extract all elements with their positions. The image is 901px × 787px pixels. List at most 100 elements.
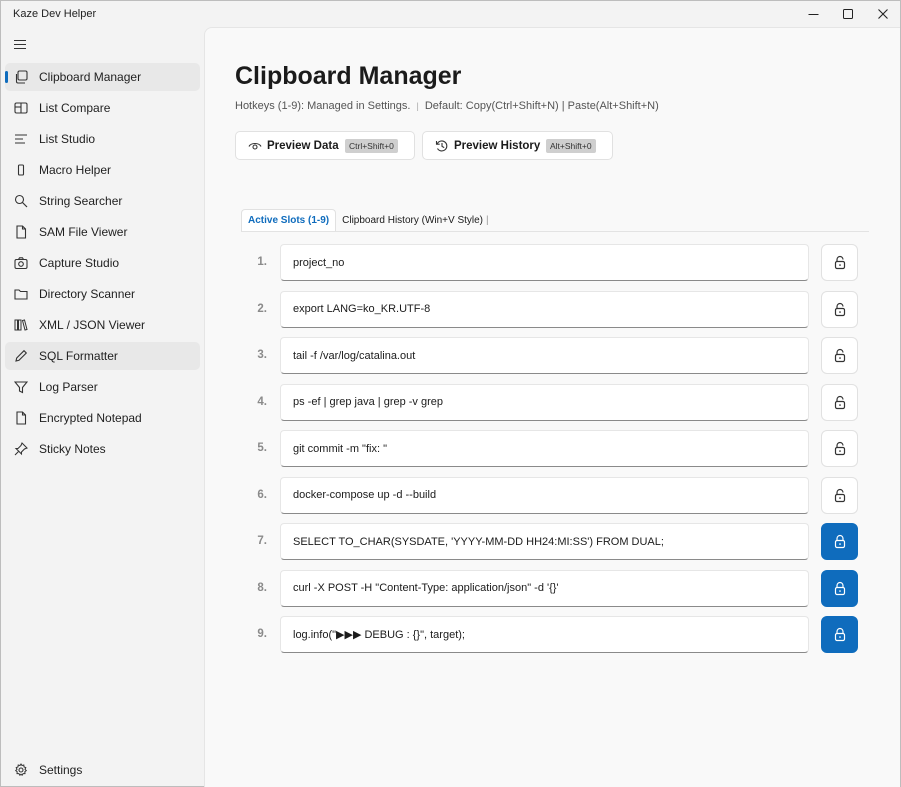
file-icon <box>13 224 29 240</box>
slot-row: 1. project_no <box>241 244 861 282</box>
tab-divider <box>241 231 869 232</box>
slot-number: 9. <box>257 628 267 640</box>
slot-row: 4. ps -ef | grep java | grep -v grep <box>241 383 861 422</box>
pin-icon <box>13 441 29 457</box>
close-button[interactable] <box>865 1 901 27</box>
sidebar-item-clipboard-manager[interactable]: Clipboard Manager <box>5 63 200 91</box>
sidebar-item-sql-formatter[interactable]: SQL Formatter <box>5 342 200 370</box>
tab-clipboard-history[interactable]: Clipboard History (Win+V Style) | <box>336 209 494 231</box>
slot-number: 3. <box>257 349 267 361</box>
tab-separator: | <box>486 214 489 226</box>
slot-number: 5. <box>257 442 267 454</box>
settings-label: Settings <box>39 763 83 777</box>
slot-lock-button[interactable] <box>821 476 858 514</box>
slot-lock-button[interactable] <box>821 244 858 281</box>
page-title: Clipboard Manager <box>235 62 462 90</box>
slot-value-field[interactable]: curl -X POST -H "Content-Type: applicati… <box>280 569 809 607</box>
clipboard-icon <box>13 69 29 85</box>
preview-data-button[interactable]: Preview Data Ctrl+Shift+0 <box>235 131 415 160</box>
slot-value-field[interactable]: log.info("▶▶▶ DEBUG : {}", target); <box>280 616 809 653</box>
gear-icon <box>13 762 29 778</box>
slot-value-field[interactable]: git commit -m "fix: " <box>280 430 809 467</box>
sidebar-item-label: List Studio <box>39 132 96 146</box>
sidebar-item-log-parser[interactable]: Log Parser <box>5 373 200 401</box>
slot-lock-button[interactable] <box>821 337 858 374</box>
sidebar-item-sticky-notes[interactable]: Sticky Notes <box>5 435 200 463</box>
search-icon <box>13 193 29 209</box>
hamburger-menu-button[interactable] <box>14 39 28 51</box>
sidebar-item-label: XML / JSON Viewer <box>39 318 146 332</box>
preview-history-button[interactable]: Preview History Alt+Shift+0 <box>422 131 613 160</box>
sidebar-item-string-searcher[interactable]: String Searcher <box>5 187 200 215</box>
preview-data-shortcut: Ctrl+Shift+0 <box>345 139 398 153</box>
slot-value-field[interactable]: tail -f /var/log/catalina.out <box>280 337 809 374</box>
maximize-icon <box>843 9 853 19</box>
document-icon <box>13 410 29 426</box>
slot-number: 1. <box>257 256 267 268</box>
preview-history-shortcut: Alt+Shift+0 <box>546 139 596 153</box>
sidebar-item-capture-studio[interactable]: Capture Studio <box>5 249 200 277</box>
hotkey-info: Hotkeys (1-9): Managed in Settings. | De… <box>235 100 659 112</box>
unlock-icon <box>833 395 847 410</box>
slot-lock-button[interactable] <box>821 569 858 607</box>
slot-number: 8. <box>257 581 267 594</box>
minimize-icon <box>808 13 818 15</box>
sidebar-item-encrypted-notepad[interactable]: Encrypted Notepad <box>5 404 200 432</box>
hotkey-info-right: Default: Copy(Ctrl+Shift+N) | Paste(Alt+… <box>424 100 659 112</box>
history-icon <box>435 140 448 152</box>
hotkey-info-left: Hotkeys (1-9): Managed in Settings. <box>235 100 411 112</box>
app-window: Kaze Dev Helper Clipboard Manager List C <box>0 0 901 787</box>
app-title: Kaze Dev Helper <box>13 8 97 20</box>
slot-lock-button[interactable] <box>821 290 858 328</box>
unlock-icon <box>833 441 847 456</box>
slot-number: 7. <box>257 535 267 547</box>
slot-lock-button[interactable] <box>821 523 858 560</box>
sidebar-item-label: Macro Helper <box>39 163 112 177</box>
unlock-icon <box>833 255 847 270</box>
sidebar-item-list-compare[interactable]: List Compare <box>5 94 200 122</box>
slot-row: 7. SELECT TO_CHAR(SYSDATE, 'YYYY-MM-DD HH… <box>241 523 861 561</box>
slot-number: 6. <box>257 488 267 501</box>
tab-active-slots[interactable]: Active Slots (1-9) <box>241 208 337 232</box>
lock-icon <box>833 627 847 642</box>
slot-row: 5. git commit -m "fix: " <box>241 430 861 468</box>
sidebar-item-sam-file-viewer[interactable]: SAM File Viewer <box>5 218 200 246</box>
sidebar-item-xml-json-viewer[interactable]: XML / JSON Viewer <box>5 311 200 339</box>
sidebar-item-label: Log Parser <box>39 380 98 394</box>
sidebar-item-label: Encrypted Notepad <box>39 411 142 425</box>
title-bar: Kaze Dev Helper <box>1 1 900 29</box>
sidebar-item-macro-helper[interactable]: Macro Helper <box>5 156 200 184</box>
unlock-icon <box>833 488 847 503</box>
unlock-icon <box>833 302 847 317</box>
sidebar: Clipboard Manager List Compare List Stud… <box>1 29 204 787</box>
sidebar-item-directory-scanner[interactable]: Directory Scanner <box>5 280 200 308</box>
unlock-icon <box>833 348 847 363</box>
sidebar-item-label: SAM File Viewer <box>39 225 128 239</box>
slot-value-field[interactable]: export LANG=ko_KR.UTF-8 <box>280 290 809 328</box>
sidebar-item-label: String Searcher <box>39 194 123 208</box>
folder-icon <box>13 286 29 302</box>
hotkey-info-separator: | <box>416 101 419 111</box>
sidebar-item-label: Sticky Notes <box>39 442 106 456</box>
lock-icon <box>833 534 847 549</box>
list-icon <box>13 131 29 147</box>
sidebar-item-settings[interactable]: Settings <box>5 756 200 784</box>
slot-row: 2. export LANG=ko_KR.UTF-8 <box>241 290 861 329</box>
preview-data-label: Preview Data <box>267 139 339 152</box>
maximize-button[interactable] <box>830 1 866 27</box>
camera-icon <box>13 255 29 271</box>
slot-lock-button[interactable] <box>821 616 858 653</box>
main-content: Clipboard Manager Hotkeys (1-9): Managed… <box>204 27 900 787</box>
slot-value-field[interactable]: docker-compose up -d --build <box>280 476 809 514</box>
minimize-button[interactable] <box>795 1 831 27</box>
books-icon <box>13 317 29 333</box>
sidebar-item-label: Clipboard Manager <box>39 70 142 84</box>
slot-value-field[interactable]: ps -ef | grep java | grep -v grep <box>280 383 809 421</box>
slot-value-field[interactable]: SELECT TO_CHAR(SYSDATE, 'YYYY-MM-DD HH24… <box>280 523 809 560</box>
slot-lock-button[interactable] <box>821 430 858 467</box>
sidebar-item-label: Capture Studio <box>39 256 120 270</box>
slot-value-field[interactable]: project_no <box>280 244 809 281</box>
sidebar-item-list-studio[interactable]: List Studio <box>5 125 200 153</box>
eye-icon <box>248 142 262 150</box>
slot-lock-button[interactable] <box>821 383 858 421</box>
